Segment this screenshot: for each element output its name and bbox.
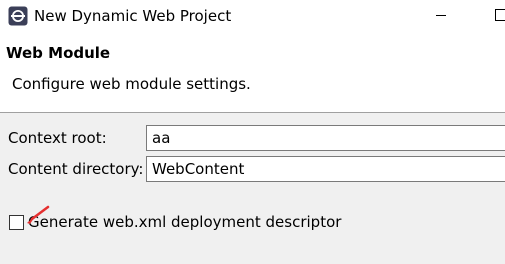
header-divider: [0, 112, 505, 113]
page-title: Web Module: [6, 44, 111, 62]
wizard-header: Web Module Configure web module settings…: [0, 32, 505, 112]
context-root-input[interactable]: aa: [146, 125, 505, 151]
title-bar: New Dynamic Web Project: [0, 0, 505, 32]
maximize-icon[interactable]: [495, 9, 505, 21]
generate-descriptor-label[interactable]: Generate web.xml deployment descriptor: [28, 213, 341, 231]
annotation-arrow-icon: [27, 205, 50, 224]
content-directory-label: Content directory:: [8, 160, 144, 178]
page-description: Configure web module settings.: [12, 75, 251, 93]
eclipse-app-icon: [8, 6, 28, 26]
minimize-icon[interactable]: [436, 15, 446, 16]
context-root-label: Context root:: [8, 129, 107, 147]
window-title: New Dynamic Web Project: [34, 7, 232, 25]
content-directory-input[interactable]: WebContent: [146, 156, 505, 182]
